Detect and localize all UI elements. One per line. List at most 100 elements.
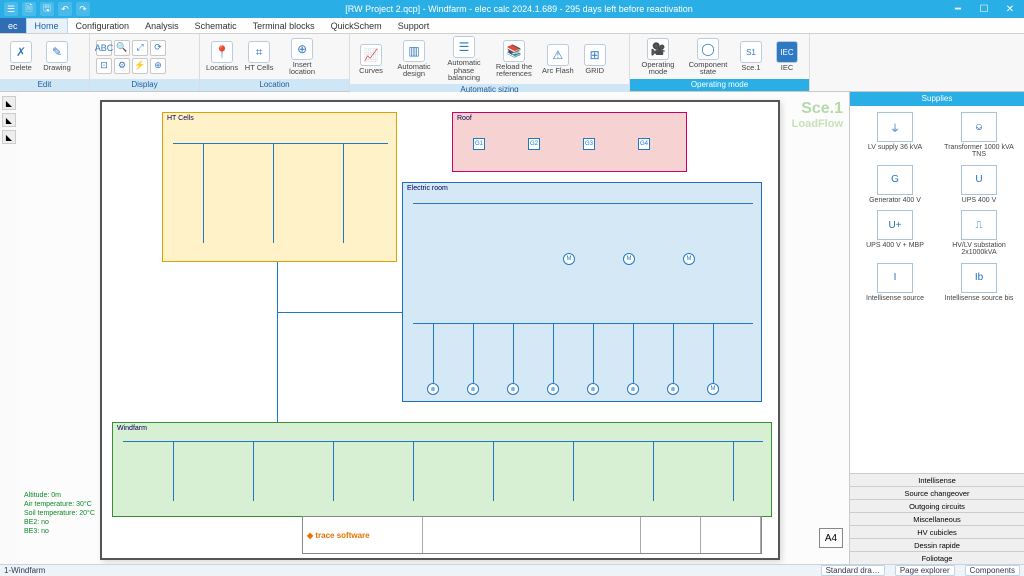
- er-load-8[interactable]: M: [707, 383, 719, 395]
- cat-miscellaneous[interactable]: Miscellaneous: [850, 512, 1024, 525]
- minimize-button[interactable]: ━: [948, 4, 968, 15]
- supply-transformer-1000kva[interactable]: ⎉Transformer 1000 kVA TNS: [940, 112, 1018, 159]
- scenario-button[interactable]: S1Sce.1: [736, 41, 766, 72]
- ribbon-tabs: ec Home Configuration Analysis Schematic…: [0, 18, 1024, 34]
- window-title: [RW Project 2.qcp] - Windfarm - elec cal…: [90, 4, 948, 14]
- supply-intellisense[interactable]: IIntellisense source: [856, 263, 934, 302]
- er-load-5[interactable]: ⊗: [587, 383, 599, 395]
- delete-button[interactable]: ✗Delete: [6, 41, 36, 72]
- gutter-toggle-2[interactable]: ◣: [2, 113, 16, 127]
- window-controls: ━ ☐ ✕: [948, 4, 1020, 15]
- status-sheet-name[interactable]: 1-Windfarm: [4, 566, 45, 575]
- maximize-button[interactable]: ☐: [974, 4, 994, 15]
- side-panel-grid: ⏚LV supply 36 kVA ⎉Transformer 1000 kVA …: [850, 106, 1024, 308]
- disp-refresh-icon[interactable]: ⟳: [150, 40, 166, 56]
- disp-abc-icon[interactable]: ABC: [96, 40, 112, 56]
- supply-ups-400v[interactable]: UUPS 400 V: [940, 165, 1018, 204]
- reload-refs-button[interactable]: 📚Reload the references: [492, 40, 536, 78]
- ribbon-group-op-label: Operating mode: [630, 79, 809, 91]
- status-page-explorer[interactable]: Page explorer: [895, 565, 955, 576]
- close-button[interactable]: ✕: [1000, 4, 1020, 15]
- tab-ec[interactable]: ec: [0, 18, 26, 33]
- er-motor-2[interactable]: M: [623, 253, 635, 265]
- qat-undo-icon[interactable]: ↶: [58, 2, 72, 16]
- arc-flash-button[interactable]: ⚠Arc Flash: [542, 44, 574, 75]
- er-load-7[interactable]: ⊗: [667, 383, 679, 395]
- er-load-3[interactable]: ⊗: [507, 383, 519, 395]
- supply-intellisense-bis[interactable]: IbIntellisense source bis: [940, 263, 1018, 302]
- ht-cells-button[interactable]: ⌗HT Cells: [244, 41, 274, 72]
- zone-roof[interactable]: Roof G1 G2 G3 G4: [452, 112, 687, 172]
- roof-g3[interactable]: G3: [583, 138, 595, 150]
- status-bar: 1-Windfarm Standard dra… Page explorer C…: [0, 564, 1024, 576]
- tab-support[interactable]: Support: [390, 18, 438, 33]
- gutter-toggle-3[interactable]: ◣: [2, 130, 16, 144]
- zone-windfarm[interactable]: Windfarm: [112, 422, 772, 517]
- zone-ht-cells[interactable]: HT Cells: [162, 112, 397, 262]
- qat-new-icon[interactable]: 🗎: [22, 2, 36, 16]
- phase-balancing-button[interactable]: ☰Automatic phase balancing: [442, 36, 486, 82]
- gutter-toggle-1[interactable]: ◣: [2, 96, 16, 110]
- iec-button[interactable]: IECIEC: [772, 41, 802, 72]
- tab-schematic[interactable]: Schematic: [187, 18, 245, 33]
- tab-configuration[interactable]: Configuration: [68, 18, 138, 33]
- tab-terminal-blocks[interactable]: Terminal blocks: [245, 18, 323, 33]
- cat-outgoing-circuits[interactable]: Outgoing circuits: [850, 499, 1024, 512]
- roof-g4[interactable]: G4: [638, 138, 650, 150]
- component-state-button[interactable]: ◯Component state: [686, 38, 730, 76]
- qat-redo-icon[interactable]: ↷: [76, 2, 90, 16]
- tab-quickschem[interactable]: QuickSchem: [323, 18, 390, 33]
- side-panel-categories: Intellisense Source changeover Outgoing …: [850, 473, 1024, 564]
- canvas[interactable]: Sce.1 LoadFlow Altitude: 0m Air temperat…: [20, 92, 849, 564]
- side-panel-head: Supplies: [850, 92, 1024, 106]
- er-load-4[interactable]: ⊗: [547, 383, 559, 395]
- ribbon-group-location: 📍Locations ⌗HT Cells ⊕Insert location Lo…: [200, 34, 350, 91]
- disp-bolt-icon[interactable]: ⚡: [132, 58, 148, 74]
- scenario-watermark: Sce.1 LoadFlow: [792, 100, 843, 130]
- project-info-text: Altitude: 0m Air temperature: 30°C Soil …: [24, 491, 95, 536]
- title-bar: ☰ 🗎 🖫 ↶ ↷ [RW Project 2.qcp] - Windfarm …: [0, 0, 1024, 18]
- er-load-2[interactable]: ⊗: [467, 383, 479, 395]
- status-standard-drawing[interactable]: Standard dra…: [821, 565, 885, 576]
- qat-save-icon[interactable]: 🖫: [40, 2, 54, 16]
- grid-button[interactable]: ⊞GRID: [580, 44, 610, 75]
- supply-generator-400v[interactable]: GGenerator 400 V: [856, 165, 934, 204]
- disp-zoom-icon[interactable]: 🔍: [114, 40, 130, 56]
- insert-location-button[interactable]: ⊕Insert location: [280, 38, 324, 76]
- disp-fit-icon[interactable]: ⤢: [132, 40, 148, 56]
- er-load-6[interactable]: ⊗: [627, 383, 639, 395]
- tab-home[interactable]: Home: [26, 18, 68, 33]
- cat-source-changeover[interactable]: Source changeover: [850, 486, 1024, 499]
- roof-g2[interactable]: G2: [528, 138, 540, 150]
- cat-intellisense[interactable]: Intellisense: [850, 473, 1024, 486]
- operating-mode-button[interactable]: 🎥Operating mode: [636, 38, 680, 76]
- workspace: ◣ ◣ ◣ Sce.1 LoadFlow Altitude: 0m Air te…: [0, 92, 1024, 564]
- supply-lv-36kva[interactable]: ⏚LV supply 36 kVA: [856, 112, 934, 159]
- qat-menu-icon[interactable]: ☰: [4, 2, 18, 16]
- cat-hv-cubicles[interactable]: HV cubicles: [850, 525, 1024, 538]
- cat-foliotage[interactable]: Foliotage: [850, 551, 1024, 564]
- disp-plus-icon[interactable]: ⊕: [150, 58, 166, 74]
- ribbon-group-display: ABC 🔍 ⤢ ⟳ ⊡ ⚙ ⚡ ⊕ Display: [90, 34, 200, 91]
- zone-electric-room[interactable]: Electric room M M M ⊗ ⊗ ⊗ ⊗ ⊗: [402, 182, 762, 402]
- status-components[interactable]: Components: [965, 565, 1020, 576]
- tab-analysis[interactable]: Analysis: [137, 18, 187, 33]
- curves-button[interactable]: 📈Curves: [356, 44, 386, 75]
- locations-button[interactable]: 📍Locations: [206, 41, 238, 72]
- er-motor-3[interactable]: M: [683, 253, 695, 265]
- drawing-sheet[interactable]: HT Cells Roof G1 G2 G3 G4 Electric room …: [100, 100, 780, 560]
- er-load-1[interactable]: ⊗: [427, 383, 439, 395]
- supply-hv-lv-substation[interactable]: ⎍HV/LV substation 2x1000kVA: [940, 210, 1018, 257]
- title-block-logo: ◆ trace software: [303, 517, 423, 553]
- supply-ups-400v-mbp[interactable]: U+UPS 400 V + MBP: [856, 210, 934, 257]
- ribbon-group-edit-label: Edit: [0, 79, 89, 91]
- auto-design-button[interactable]: ▥Automatic design: [392, 40, 436, 78]
- disp-box-icon[interactable]: ⊡: [96, 58, 112, 74]
- drawing-button[interactable]: ✎Drawing: [42, 41, 72, 72]
- cat-dessin-rapide[interactable]: Dessin rapide: [850, 538, 1024, 551]
- ribbon-group-edit: ✗Delete ✎Drawing Edit: [0, 34, 90, 91]
- roof-g1[interactable]: G1: [473, 138, 485, 150]
- disp-gear-icon[interactable]: ⚙: [114, 58, 130, 74]
- ribbon-group-auto-sizing: 📈Curves ▥Automatic design ☰Automatic pha…: [350, 34, 630, 91]
- er-motor-1[interactable]: M: [563, 253, 575, 265]
